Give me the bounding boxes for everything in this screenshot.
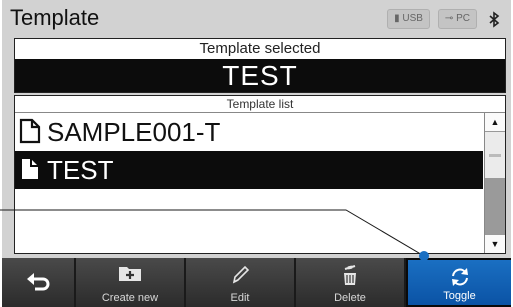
template-list-panel: Template list SAMPLE001-T TEST ▲ ▼ <box>14 95 506 254</box>
file-icon <box>19 156 43 184</box>
status-indicators: ▮ USB ⊸ PC <box>387 9 503 29</box>
file-icon <box>19 118 43 146</box>
list-scrollbar[interactable]: ▲ ▼ <box>484 113 505 253</box>
device-screen: Template ▮ USB ⊸ PC Template selected TE… <box>2 0 511 307</box>
scroll-thumb[interactable] <box>485 132 505 178</box>
selected-template-label: Template selected <box>199 40 321 57</box>
create-new-button[interactable]: Create new <box>76 258 186 307</box>
edit-label: Edit <box>230 292 250 304</box>
usb-label: USB <box>402 13 423 24</box>
scroll-down-arrow-icon[interactable]: ▼ <box>485 234 505 253</box>
trash-icon <box>296 264 404 286</box>
create-new-label: Create new <box>101 292 159 304</box>
list-item-label: TEST <box>47 154 114 185</box>
list-item[interactable]: TEST <box>15 151 483 189</box>
new-folder-icon <box>76 264 184 282</box>
list-item-label: SAMPLE001-T <box>47 116 221 147</box>
template-list: SAMPLE001-T TEST <box>15 113 483 189</box>
selected-template-panel: Template selected TEST <box>14 38 506 93</box>
usb-status-badge: ▮ USB <box>387 9 430 29</box>
bluetooth-icon <box>485 10 503 28</box>
scroll-track[interactable] <box>485 132 505 234</box>
bottom-toolbar: Create new Edit Delete Toggle <box>2 258 511 307</box>
usb-icon: ▮ <box>394 13 400 24</box>
edit-button[interactable]: Edit <box>186 258 296 307</box>
page-title: Template <box>10 5 100 30</box>
callout-dot <box>419 251 429 261</box>
list-item[interactable]: SAMPLE001-T <box>15 113 483 151</box>
refresh-icon <box>408 266 511 288</box>
pc-status-badge: ⊸ PC <box>437 9 477 29</box>
toggle-label: Toggle <box>443 290 476 302</box>
return-arrow-icon <box>25 271 51 295</box>
plug-icon: ⊸ <box>444 13 454 24</box>
back-button[interactable] <box>2 258 76 307</box>
title-bar: Template ▮ USB ⊸ PC <box>2 0 511 38</box>
delete-label: Delete <box>334 292 366 304</box>
selected-template-value: TEST <box>15 59 505 92</box>
template-list-label: Template list <box>15 96 505 113</box>
scroll-up-arrow-icon[interactable]: ▲ <box>485 113 505 132</box>
toggle-button[interactable]: Toggle <box>406 258 511 307</box>
delete-button[interactable]: Delete <box>296 258 406 307</box>
pencil-icon <box>186 264 294 286</box>
pc-label: PC <box>456 13 470 24</box>
